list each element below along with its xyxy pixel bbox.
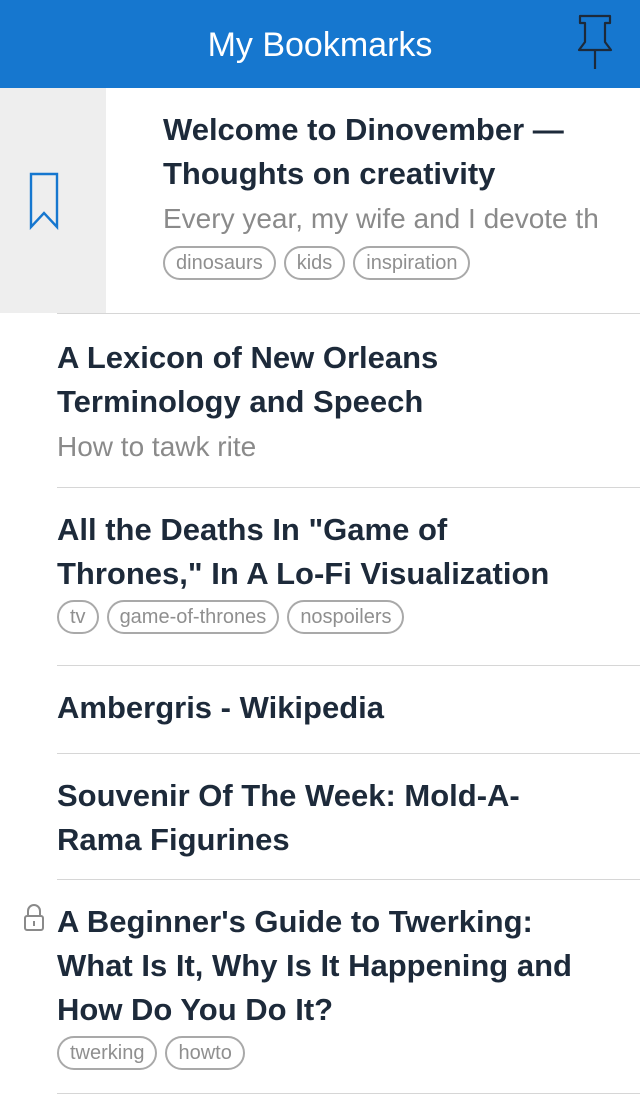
bookmark-title: What Is It, Why Is It Happening and (57, 948, 572, 983)
bookmark-title: Thrones," In A Lo-Fi Visualization (57, 556, 550, 591)
tag-pill[interactable]: tv (57, 600, 99, 634)
bookmark-list: Welcome to Dinovember — Thoughts on crea… (0, 88, 640, 1094)
bookmark-icon (29, 172, 59, 230)
bookmark-title: How Do You Do It? (57, 992, 334, 1027)
bookmark-title: Welcome to Dinovember — (163, 112, 564, 147)
tag-pill[interactable]: howto (165, 1036, 245, 1070)
tag-pill[interactable]: kids (283, 246, 346, 280)
bookmark-title: A Beginner's Guide to Twerking: (57, 904, 533, 939)
bookmark-item-swiped[interactable]: Welcome to Dinovember — Thoughts on crea… (0, 88, 640, 313)
tag-pill[interactable]: nospoilers (287, 600, 405, 634)
bookmark-item-private[interactable]: A Beginner's Guide to Twerking: What Is … (0, 880, 640, 1094)
tag-list: tv game-of-thrones nospoilers (57, 600, 640, 634)
pin-button[interactable] (574, 12, 616, 72)
bookmark-title: Rama Figurines (57, 822, 290, 857)
bookmark-summary: How to tawk rite (57, 431, 257, 462)
bookmark-item[interactable]: All the Deaths In "Game of Thrones," In … (0, 488, 640, 666)
tag-list: dinosaurs kids inspiration (163, 246, 640, 280)
tag-pill[interactable]: twerking (57, 1036, 158, 1070)
bookmark-title: Souvenir Of The Week: Mold-A- (57, 778, 520, 813)
tag-pill[interactable]: inspiration (353, 246, 471, 280)
bookmark-title: Thoughts on creativity (163, 156, 496, 191)
bookmark-summary: Every year, my wife and I devote th (163, 203, 599, 234)
bookmark-item[interactable]: Souvenir Of The Week: Mold-A- Rama Figur… (0, 754, 640, 880)
tag-list: twerking howto (57, 1036, 640, 1070)
tag-pill[interactable]: dinosaurs (163, 246, 276, 280)
lock-icon (24, 904, 44, 931)
bookmark-title: All the Deaths In "Game of (57, 512, 448, 547)
bookmark-title: Terminology and Speech (57, 384, 424, 419)
page-title: My Bookmarks (207, 26, 433, 64)
pushpin-icon (577, 14, 613, 69)
bookmark-title: Ambergris - Wikipedia (57, 690, 385, 725)
bookmark-item[interactable]: A Lexicon of New Orleans Terminology and… (0, 313, 640, 488)
tag-pill[interactable]: game-of-thrones (106, 600, 280, 634)
swipe-bookmark-action[interactable] (0, 88, 106, 313)
bookmark-item[interactable]: Ambergris - Wikipedia (0, 666, 640, 754)
divider (57, 1093, 640, 1094)
bookmark-title: A Lexicon of New Orleans (57, 340, 439, 375)
navigation-bar: My Bookmarks (0, 0, 640, 88)
divider (57, 313, 640, 314)
